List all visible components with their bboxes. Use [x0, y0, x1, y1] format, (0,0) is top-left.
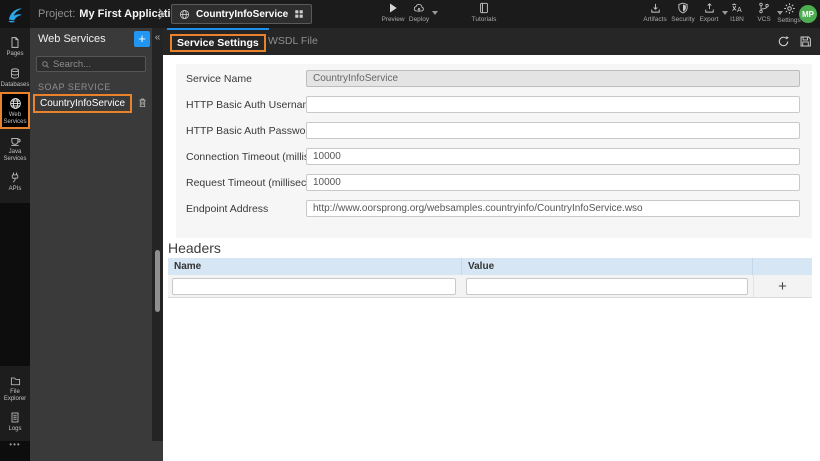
globe-icon [9, 98, 21, 109]
soap-section-label: SOAP SERVICE [38, 82, 111, 92]
trash-icon[interactable] [137, 96, 148, 109]
more-options-button[interactable]: ••• [0, 440, 30, 449]
headers-section-title: Headers [168, 240, 221, 256]
tutorials-button[interactable]: Tutorials [464, 2, 504, 27]
tab-service-settings-label: Service Settings [170, 33, 266, 52]
sidebar-item-java-services[interactable]: Java Services [0, 129, 30, 166]
form-row-request-timeout: Request Timeout (milliseconds) [186, 174, 800, 191]
project-name: My First Application [79, 8, 185, 20]
header-value-input[interactable] [466, 278, 748, 295]
service-tab-label: CountryInfoService [196, 8, 289, 20]
headers-table-row: + [168, 275, 812, 298]
service-name-field [306, 70, 800, 87]
app-window: Project: My First Application CountryInf… [0, 0, 820, 461]
svg-text:A: A [737, 6, 742, 14]
header-value-cell [462, 275, 753, 297]
settings-form-card: Service Name HTTP Basic Auth Username HT… [176, 64, 812, 238]
form-row-endpoint: Endpoint Address [186, 200, 800, 217]
column-header-name: Name [168, 258, 462, 275]
caret-down-icon [432, 11, 438, 15]
tab-service-settings[interactable]: Service Settings [167, 28, 269, 55]
service-search[interactable] [36, 56, 146, 72]
tray-download-icon [650, 3, 660, 13]
pages-icon [11, 37, 19, 48]
grid-icon [295, 10, 303, 18]
add-header-button[interactable]: + [754, 275, 811, 298]
field-label: HTTP Basic Auth Password [186, 125, 315, 137]
column-header-value: Value [462, 258, 753, 275]
gear-icon [783, 3, 795, 14]
sidebar-item-apis[interactable]: APIs [0, 166, 30, 197]
tab-wsdl-file[interactable]: WSDL File [262, 28, 324, 55]
main-area: Service Settings WSDL File Service Name [163, 28, 820, 461]
basic-auth-username-field[interactable] [306, 96, 800, 113]
field-label: Service Name [186, 73, 252, 85]
coffee-cup-icon [10, 138, 21, 146]
field-label: HTTP Basic Auth Username [186, 99, 318, 111]
search-input[interactable] [53, 58, 141, 70]
sidebar-item-databases[interactable]: Databases [0, 62, 30, 93]
panel-title: Web Services [38, 33, 106, 45]
header-name-input[interactable] [172, 278, 456, 295]
rail-top-group: Pages Databases Web Services Java Servic… [0, 28, 30, 203]
web-services-panel: Web Services + SOAP SERVICE CountryInfoS… [30, 28, 152, 461]
request-timeout-field[interactable] [306, 174, 800, 191]
folder-icon [10, 377, 20, 386]
app-logo[interactable] [0, 0, 30, 28]
search-icon [42, 60, 49, 68]
field-label: Endpoint Address [186, 203, 269, 215]
form-row-username: HTTP Basic Auth Username [186, 96, 800, 113]
collapse-panel-button[interactable]: « [152, 32, 163, 43]
database-icon [11, 67, 19, 78]
user-avatar[interactable]: MP [799, 5, 817, 23]
project-label: Project: [38, 8, 76, 20]
globe-icon [179, 9, 190, 19]
service-name[interactable]: CountryInfoService [33, 93, 133, 113]
header-actions-cell: + [753, 275, 811, 297]
cloud-upload-icon [413, 4, 424, 13]
deploy-button[interactable]: Deploy [399, 2, 439, 27]
tab-bar: Service Settings WSDL File [163, 28, 820, 55]
rail-bottom-group: File Explorer Logs [0, 366, 30, 441]
column-header-actions [753, 258, 811, 275]
basic-auth-password-field[interactable] [306, 122, 800, 139]
endpoint-address-field[interactable] [306, 200, 800, 217]
chevron-right-icon [158, 8, 165, 20]
form-row-connection-timeout: Connection Timeout (milliseconds) [186, 148, 800, 165]
tray-upload-icon [704, 3, 714, 13]
book-icon [480, 2, 488, 14]
translate-icon: A [732, 3, 742, 14]
wavemaker-logo-icon [8, 8, 22, 23]
panel-divider: « [152, 28, 163, 461]
sidebar-item-pages[interactable]: Pages [0, 31, 30, 62]
play-icon [390, 3, 397, 13]
service-list-item[interactable]: CountryInfoService [30, 92, 152, 114]
open-service-tab[interactable]: CountryInfoService [171, 4, 313, 24]
sidebar-item-logs[interactable]: Logs [0, 406, 30, 437]
sidebar-item-web-services[interactable]: Web Services [0, 92, 30, 129]
add-service-button[interactable]: + [134, 31, 150, 47]
refresh-icon[interactable] [777, 35, 790, 48]
header-name-cell [168, 275, 462, 297]
service-settings-content: Service Name HTTP Basic Auth Username HT… [163, 55, 820, 461]
form-row-service-name: Service Name [186, 70, 800, 87]
sidebar-item-file-explorer[interactable]: File Explorer [0, 370, 30, 406]
divider-footer [152, 441, 163, 461]
scrollbar-thumb[interactable] [155, 250, 160, 312]
save-icon[interactable] [799, 35, 812, 48]
log-document-icon [11, 412, 19, 423]
headers-table: Name Value + [168, 258, 812, 298]
left-rail: Pages Databases Web Services Java Servic… [0, 28, 30, 461]
shield-icon [678, 2, 688, 14]
headers-table-header: Name Value [168, 258, 812, 275]
topbar: Project: My First Application CountryInf… [0, 0, 820, 28]
form-row-password: HTTP Basic Auth Password [186, 122, 800, 139]
api-plug-icon [11, 172, 19, 183]
connection-timeout-field[interactable] [306, 148, 800, 165]
